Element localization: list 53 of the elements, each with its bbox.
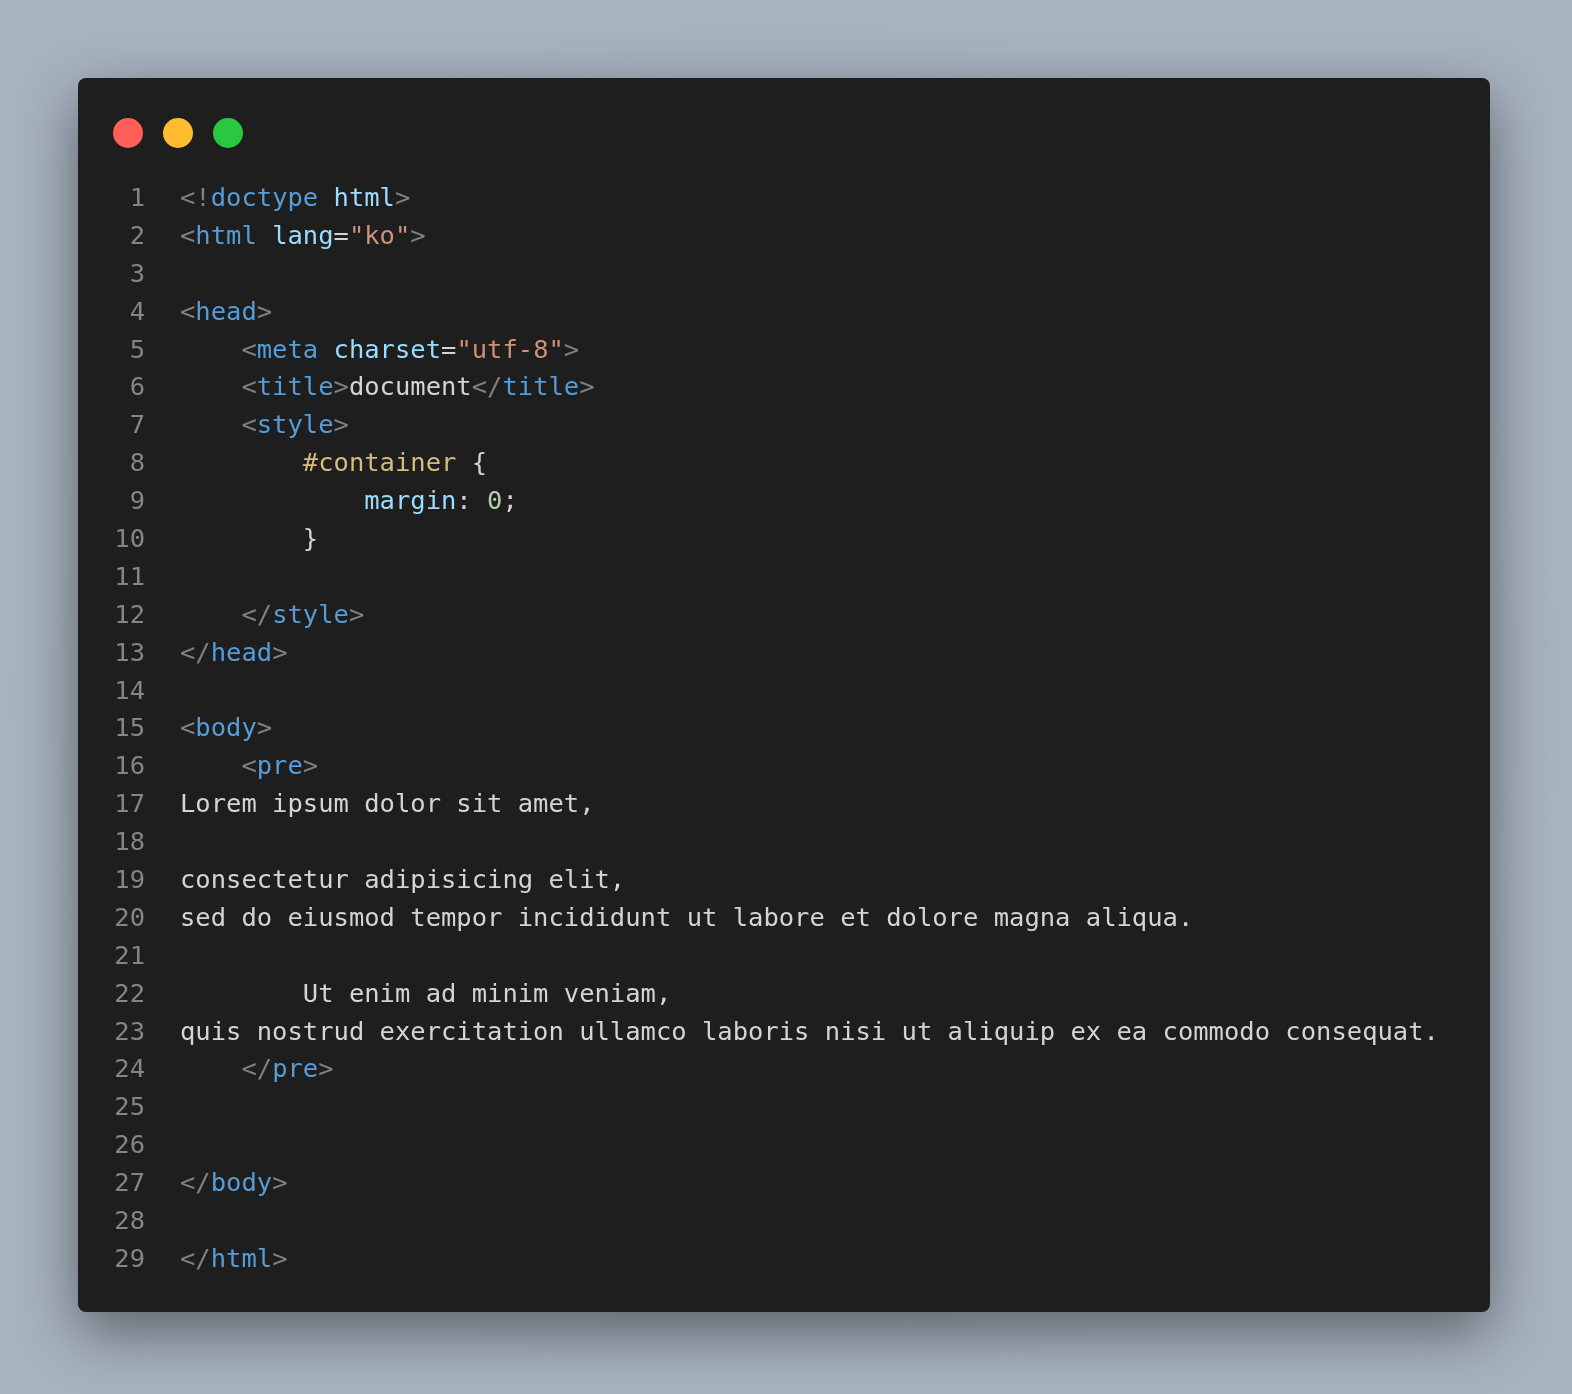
code-line: <body> xyxy=(180,712,273,743)
code-line: <title>document</title> xyxy=(240,371,595,402)
code-line: </html> xyxy=(180,1242,288,1273)
line-number: 2 xyxy=(128,219,145,250)
line-number: 17 xyxy=(113,788,145,819)
code-line: <pre> xyxy=(240,750,319,781)
code-line: Ut enim ad minim veniam, xyxy=(301,977,672,1008)
line-number: 26 xyxy=(113,1129,145,1160)
line-number: 18 xyxy=(113,826,145,857)
code-line: <html lang="ko"> xyxy=(180,219,426,250)
code-line: </head> xyxy=(180,636,288,667)
line-number: 21 xyxy=(113,939,145,970)
code-line: <meta charset="utf-8"> xyxy=(240,333,580,364)
code-line: sed do eiusmod tempor incididunt ut labore et dolore magna aliqua. xyxy=(180,901,1194,932)
line-number: 20 xyxy=(113,901,145,932)
line-number: 7 xyxy=(128,409,145,440)
code-line: </style> xyxy=(240,598,365,629)
line-number: 9 xyxy=(128,485,145,516)
line-number: 27 xyxy=(113,1167,145,1198)
code-line: <!doctype html> xyxy=(180,181,411,212)
code-line: margin: 0; xyxy=(363,485,518,516)
line-number: 13 xyxy=(113,636,145,667)
line-number: 1 xyxy=(128,181,145,212)
maximize-dot-icon xyxy=(213,118,243,148)
code-line: quis nostrud exercitation ullamco laboris nisi ut aliquip ex ea commodo consequat. xyxy=(180,1015,1439,1046)
line-number: 23 xyxy=(113,1015,145,1046)
line-number: 8 xyxy=(128,447,145,478)
code-line: </pre> xyxy=(240,1053,334,1084)
line-number: 19 xyxy=(113,863,145,894)
line-number: 22 xyxy=(113,977,145,1008)
line-number: 3 xyxy=(128,257,145,288)
code-line: } xyxy=(301,522,319,553)
line-number: 29 xyxy=(113,1242,145,1273)
close-dot-icon xyxy=(113,118,143,148)
line-number: 5 xyxy=(128,333,145,364)
line-number: 14 xyxy=(113,674,145,705)
code-line: #container { xyxy=(301,447,488,478)
line-number: 24 xyxy=(113,1053,145,1084)
line-number: 10 xyxy=(113,522,145,553)
line-number: 11 xyxy=(113,560,145,591)
line-number: 12 xyxy=(113,598,145,629)
line-number: 15 xyxy=(113,712,145,743)
code-line: <head> xyxy=(180,295,273,326)
minimize-dot-icon xyxy=(163,118,193,148)
code-line: Lorem ipsum dolor sit amet, xyxy=(180,788,595,819)
line-number: 28 xyxy=(113,1205,145,1235)
code-line: </body> xyxy=(180,1167,288,1198)
code-line: consectetur adipisicing elit, xyxy=(180,863,626,894)
line-number: 16 xyxy=(113,750,145,781)
line-number: 6 xyxy=(128,371,145,402)
code-line: <style> xyxy=(240,409,349,440)
line-number: 4 xyxy=(128,295,145,326)
line-number: 25 xyxy=(113,1091,145,1122)
